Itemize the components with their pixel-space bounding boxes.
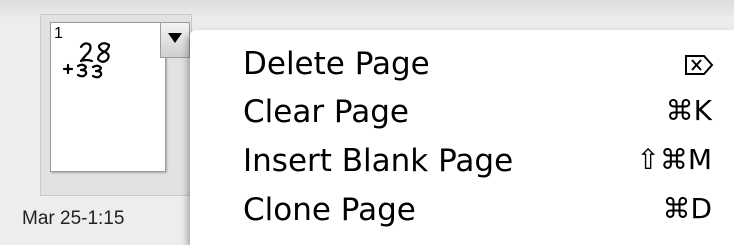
- menu-item-shortcut: ⇧⌘M: [636, 143, 712, 176]
- page-timestamp: Mar 25-1:15: [22, 208, 125, 229]
- menu-item-clone-page[interactable]: Clone Page ⌘D: [190, 190, 734, 236]
- menu-item-delete-page[interactable]: Delete Page: [190, 44, 734, 90]
- delete-forward-icon: [685, 55, 714, 75]
- handwriting-sketch: [62, 42, 111, 79]
- page-thumbnail[interactable]: 1: [50, 22, 166, 172]
- menu-item-label: Clone Page: [243, 192, 416, 228]
- triangle-down-icon: [168, 33, 182, 43]
- menu-item-shortcut: ⌘D: [662, 192, 712, 225]
- menu-item-insert-blank-page[interactable]: Insert Blank Page ⇧⌘M: [190, 141, 734, 187]
- menu-item-label: Insert Blank Page: [243, 143, 514, 179]
- page-options-dropdown-button[interactable]: [160, 22, 190, 58]
- menu-item-label: Clear Page: [243, 94, 409, 130]
- menu-item-shortcut: ⌘K: [665, 94, 712, 127]
- page-context-menu: Delete Page Clear Page ⌘K Insert Blank P…: [190, 30, 734, 245]
- menu-item-clear-page[interactable]: Clear Page ⌘K: [190, 92, 734, 138]
- menu-item-label: Delete Page: [243, 46, 430, 82]
